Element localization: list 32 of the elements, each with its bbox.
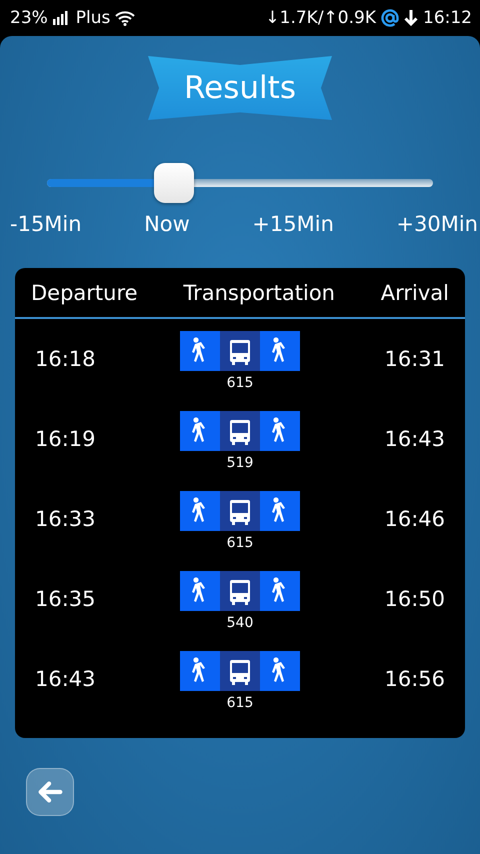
column-header: Departure <box>31 280 138 304</box>
slider-label: -15Min <box>10 212 82 236</box>
line-number: 615 <box>226 535 254 551</box>
clock: 16:12 <box>423 8 472 28</box>
column-header: Arrival <box>380 280 449 304</box>
arrival-time: 16:46 <box>383 507 445 531</box>
carrier-name: Plus <box>76 8 110 28</box>
slider-label: +30Min <box>396 212 478 236</box>
line-number: 615 <box>226 695 254 711</box>
title-banner: Results <box>148 56 332 120</box>
departure-time: 16:33 <box>35 507 97 531</box>
arrival-time: 16:56 <box>383 667 445 691</box>
arrival-time: 16:43 <box>383 427 445 451</box>
back-button[interactable] <box>26 768 74 816</box>
at-sign-icon <box>381 9 399 27</box>
battery-level: 23% <box>10 8 48 28</box>
slider-label: +15Min <box>252 212 334 236</box>
slider-thumb[interactable] <box>154 163 194 203</box>
arrival-time: 16:50 <box>383 587 445 611</box>
departure-time: 16:35 <box>35 587 97 611</box>
departure-time: 16:18 <box>35 347 97 371</box>
arrival-time: 16:31 <box>383 347 445 371</box>
column-header: Transportation <box>183 280 335 304</box>
departure-time: 16:19 <box>35 427 97 451</box>
line-number: 519 <box>226 455 254 471</box>
wifi-icon <box>115 10 136 26</box>
departure-time: 16:43 <box>35 667 97 691</box>
slider-label: Now <box>144 212 190 236</box>
line-number: 615 <box>226 375 254 391</box>
download-icon <box>404 9 418 27</box>
line-number: 540 <box>226 615 254 631</box>
network-traffic: ↓1.7K/↑0.9K <box>265 8 376 28</box>
